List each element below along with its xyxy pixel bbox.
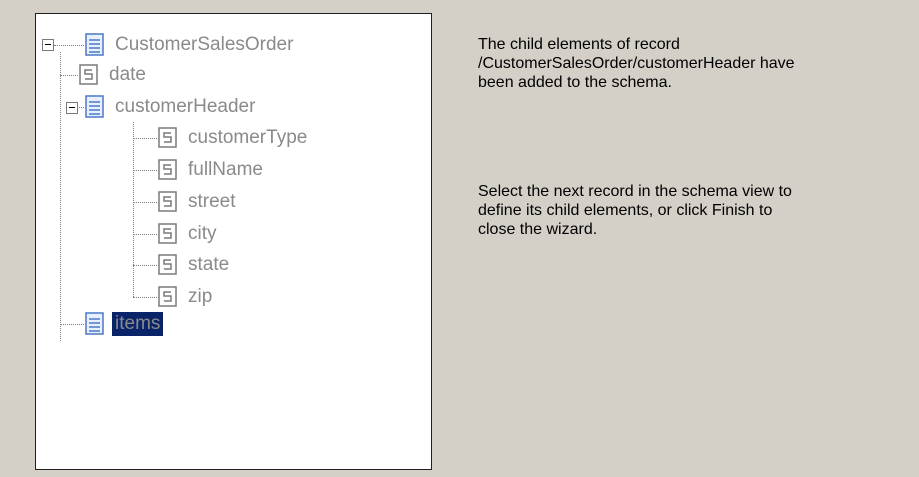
tree-node-label: customerHeader bbox=[115, 96, 256, 117]
tree-node-state[interactable]: state bbox=[157, 251, 232, 279]
field-element-icon bbox=[157, 222, 179, 246]
tree-connector bbox=[133, 202, 157, 203]
tree-node-zip[interactable]: zip bbox=[157, 283, 215, 311]
info-line: The child elements of record bbox=[478, 36, 680, 53]
info-line: define its child elements, or click Fini… bbox=[478, 202, 773, 219]
collapse-toggle-customersalesorder[interactable] bbox=[42, 39, 54, 51]
tree-node-street[interactable]: street bbox=[157, 188, 239, 216]
schema-tree-view[interactable]: CustomerSalesOrder date customerHeader c… bbox=[35, 13, 432, 470]
field-element-icon bbox=[157, 190, 179, 214]
field-element-icon bbox=[157, 285, 179, 309]
tree-connector bbox=[60, 75, 78, 76]
tree-connector bbox=[133, 122, 134, 297]
info-line: /CustomerSalesOrder/customerHeader have bbox=[478, 55, 795, 72]
tree-node-label: CustomerSalesOrder bbox=[115, 34, 294, 55]
info-added-message: The child elements of record /CustomerSa… bbox=[478, 35, 908, 92]
info-line: close the wizard. bbox=[478, 221, 598, 238]
tree-connector bbox=[133, 170, 157, 171]
tree-node-label: fullName bbox=[188, 159, 263, 180]
info-instruction-message: Select the next record in the schema vie… bbox=[478, 182, 908, 239]
record-icon bbox=[84, 95, 106, 119]
tree-node-customertype[interactable]: customerType bbox=[157, 124, 310, 152]
tree-node-label: zip bbox=[188, 286, 213, 307]
tree-node-label: date bbox=[109, 64, 146, 85]
tree-node-customersalesorder[interactable]: CustomerSalesOrder bbox=[84, 31, 296, 59]
tree-node-label: items bbox=[112, 312, 164, 336]
field-element-icon bbox=[78, 63, 100, 87]
record-icon bbox=[84, 312, 106, 336]
info-line: been added to the schema. bbox=[478, 74, 672, 91]
tree-node-city[interactable]: city bbox=[157, 220, 220, 248]
tree-connector bbox=[54, 45, 84, 46]
tree-node-customerheader[interactable]: customerHeader bbox=[84, 93, 258, 121]
tree-connector bbox=[133, 297, 157, 298]
tree-node-date[interactable]: date bbox=[78, 61, 149, 89]
tree-node-items[interactable]: items bbox=[84, 310, 164, 338]
tree-node-label: state bbox=[188, 254, 230, 275]
info-line: Select the next record in the schema vie… bbox=[478, 183, 792, 200]
field-element-icon bbox=[157, 158, 179, 182]
tree-connector bbox=[60, 324, 84, 325]
tree-connector bbox=[60, 52, 61, 341]
tree-node-label: street bbox=[188, 191, 236, 212]
field-element-icon bbox=[157, 253, 179, 277]
record-icon bbox=[84, 33, 106, 57]
tree-connector bbox=[133, 138, 157, 139]
tree-connector bbox=[133, 265, 157, 266]
field-element-icon bbox=[157, 126, 179, 150]
tree-node-label: city bbox=[188, 223, 217, 244]
tree-node-label: customerType bbox=[188, 127, 308, 148]
tree-node-fullname[interactable]: fullName bbox=[157, 156, 266, 184]
tree-connector bbox=[133, 234, 157, 235]
collapse-toggle-customerheader[interactable] bbox=[66, 102, 78, 114]
